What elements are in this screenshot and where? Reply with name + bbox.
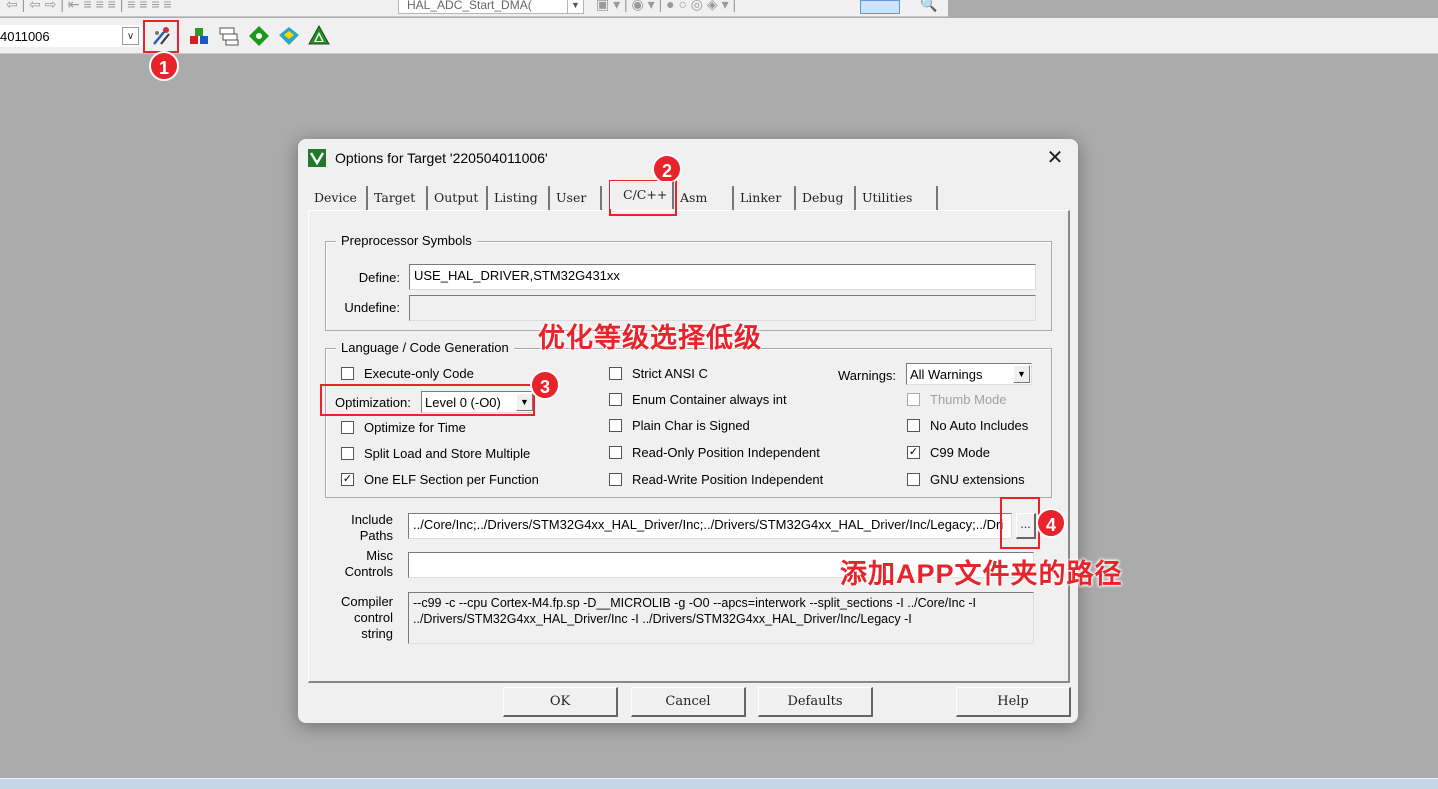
tab-device[interactable]: Device: [308, 186, 368, 210]
compiler-line-2: ../Drivers/STM32G4xx_HAL_Driver/Inc -I .…: [413, 612, 912, 626]
split-load-label: Split Load and Store Multiple: [364, 446, 531, 461]
top-toolbar: ⇦ | ⇦ ⇨ | ⇤ ≡ ≡ ≡ | ≡ ≡ ≡ ≡ HAL_ADC_Star…: [0, 0, 948, 17]
plain-char-box[interactable]: [609, 419, 622, 432]
options-dialog: Options for Target '220504011006' ✕ Devi…: [298, 139, 1078, 723]
compiler-control-string: --c99 -c --cpu Cortex-M4.fp.sp -D__MICRO…: [408, 592, 1034, 644]
misc-label-1: Misc: [366, 548, 393, 563]
compiler-label-2: control: [353, 610, 393, 625]
tab-c-cpp[interactable]: C/C++: [610, 181, 674, 209]
include-paths-label-2: Paths: [359, 528, 393, 543]
gnu-extensions-label: GNU extensions: [930, 472, 1025, 487]
execute-only-label: Execute-only Code: [364, 366, 474, 381]
function-combo-value: HAL_ADC_Start_DMA(: [407, 0, 532, 12]
thumb-mode-label: Thumb Mode: [930, 392, 1007, 407]
pack-installer-icon[interactable]: [247, 24, 271, 48]
annotation-box-1: [143, 20, 179, 53]
select-software-packs-icon[interactable]: [277, 24, 301, 48]
cancel-button[interactable]: Cancel: [631, 687, 746, 717]
help-button[interactable]: Help: [956, 687, 1071, 717]
c-cpp-panel: Preprocessor Symbols Define: USE_HAL_DRI…: [308, 210, 1070, 683]
enum-container-box[interactable]: [609, 393, 622, 406]
thumb-mode-box: [907, 393, 920, 406]
gnu-extensions-box[interactable]: [907, 473, 920, 486]
tab-output[interactable]: Output: [428, 186, 488, 210]
ro-position-label: Read-Only Position Independent: [632, 445, 820, 460]
annotation-text-optimization: 优化等级选择低级: [538, 323, 762, 353]
warnings-label: Warnings:: [838, 368, 897, 383]
window-layout-button[interactable]: [860, 0, 900, 14]
annotation-box-3: [320, 384, 535, 416]
split-load-box[interactable]: [341, 447, 354, 460]
tab-asm[interactable]: Asm: [674, 186, 734, 210]
define-field[interactable]: USE_HAL_DRIVER,STM32G431xx: [409, 264, 1036, 290]
optimize-time-label: Optimize for Time: [364, 420, 466, 435]
checkmark-icon[interactable]: ✓: [907, 446, 920, 459]
execute-only-box[interactable]: [341, 367, 354, 380]
ok-button[interactable]: OK: [503, 687, 618, 717]
one-elf-label: One ELF Section per Function: [364, 472, 539, 487]
include-paths-label-1: Include: [351, 512, 393, 527]
c99-mode-label: C99 Mode: [930, 445, 990, 460]
checkmark-icon[interactable]: ✓: [341, 473, 354, 486]
pack-manager-icon[interactable]: [307, 24, 331, 48]
annotation-badge-4: 4: [1036, 508, 1066, 538]
compiler-line-1: --c99 -c --cpu Cortex-M4.fp.sp -D__MICRO…: [413, 596, 976, 610]
chevron-down-icon[interactable]: ∨: [122, 27, 139, 45]
build-toolbar: 4011006 ∨: [0, 18, 1438, 54]
rw-position-box[interactable]: [609, 473, 622, 486]
ro-position-box[interactable]: [609, 446, 622, 459]
rw-position-label: Read-Write Position Independent: [632, 472, 824, 487]
no-auto-includes-label: No Auto Includes: [930, 418, 1029, 433]
include-paths-field[interactable]: ../Core/Inc;../Drivers/STM32G4xx_HAL_Dri…: [408, 513, 1012, 539]
warnings-select[interactable]: All Warnings ▼: [906, 363, 1032, 385]
annotation-text-include: 添加APP文件夹的路径: [840, 559, 1123, 589]
plain-char-label: Plain Char is Signed: [632, 418, 750, 433]
define-label: Define:: [358, 270, 400, 285]
annotation-badge-3: 3: [530, 370, 560, 400]
dialog-title: Options for Target '220504011006': [335, 150, 548, 166]
annotation-badge-1: 1: [149, 51, 179, 81]
close-icon[interactable]: ✕: [1044, 147, 1066, 169]
tab-target[interactable]: Target: [368, 186, 428, 210]
search-icon[interactable]: 🔍: [920, 0, 937, 13]
strict-ansi-box[interactable]: [609, 367, 622, 380]
language-group: Language / Code Generation Execute-only …: [325, 340, 1052, 498]
tab-debug[interactable]: Debug: [796, 186, 856, 210]
preprocessor-group-title: Preprocessor Symbols: [336, 233, 477, 248]
navigate-back-icon[interactable]: ⇦ | ⇦ ⇨ | ⇤ ≡ ≡ ≡ | ≡ ≡ ≡ ≡: [6, 0, 172, 13]
compiler-label-1: Compiler: [340, 594, 393, 609]
no-auto-includes-box[interactable]: [907, 419, 920, 432]
tab-utilities[interactable]: Utilities: [856, 186, 938, 210]
tab-linker[interactable]: Linker: [734, 186, 796, 210]
annotation-box-4: [1000, 497, 1040, 549]
bottom-status-strip: [0, 778, 1438, 789]
warnings-value: All Warnings: [910, 367, 983, 382]
strict-ansi-label: Strict ANSI C: [632, 366, 708, 381]
undefine-label: Undefine:: [344, 300, 400, 315]
target-select[interactable]: 4011006 ∨: [0, 25, 143, 47]
toolbar-icons-group[interactable]: ▣ ▾ | ◉ ▾ | ● ○ ◎ ◈ ▾ |: [596, 0, 736, 13]
target-select-value: 4011006: [0, 29, 50, 44]
optimize-time-box[interactable]: [341, 421, 354, 434]
tab-user[interactable]: User: [550, 186, 602, 210]
manage-components-icon[interactable]: [187, 24, 211, 48]
chevron-down-icon[interactable]: ▼: [1013, 365, 1030, 383]
file-extensions-icon[interactable]: [217, 24, 241, 48]
function-combo[interactable]: HAL_ADC_Start_DMA( ▼: [398, 0, 584, 14]
chevron-down-icon[interactable]: ▼: [567, 0, 583, 13]
enum-container-label: Enum Container always int: [632, 392, 787, 407]
annotation-badge-2: 2: [652, 154, 682, 184]
misc-label-2: Controls: [344, 564, 393, 579]
compiler-label-3: string: [361, 626, 393, 641]
tab-listing[interactable]: Listing: [488, 186, 550, 210]
keil-app-icon: [308, 149, 326, 167]
language-group-title: Language / Code Generation: [336, 340, 514, 355]
defaults-button[interactable]: Defaults: [758, 687, 873, 717]
